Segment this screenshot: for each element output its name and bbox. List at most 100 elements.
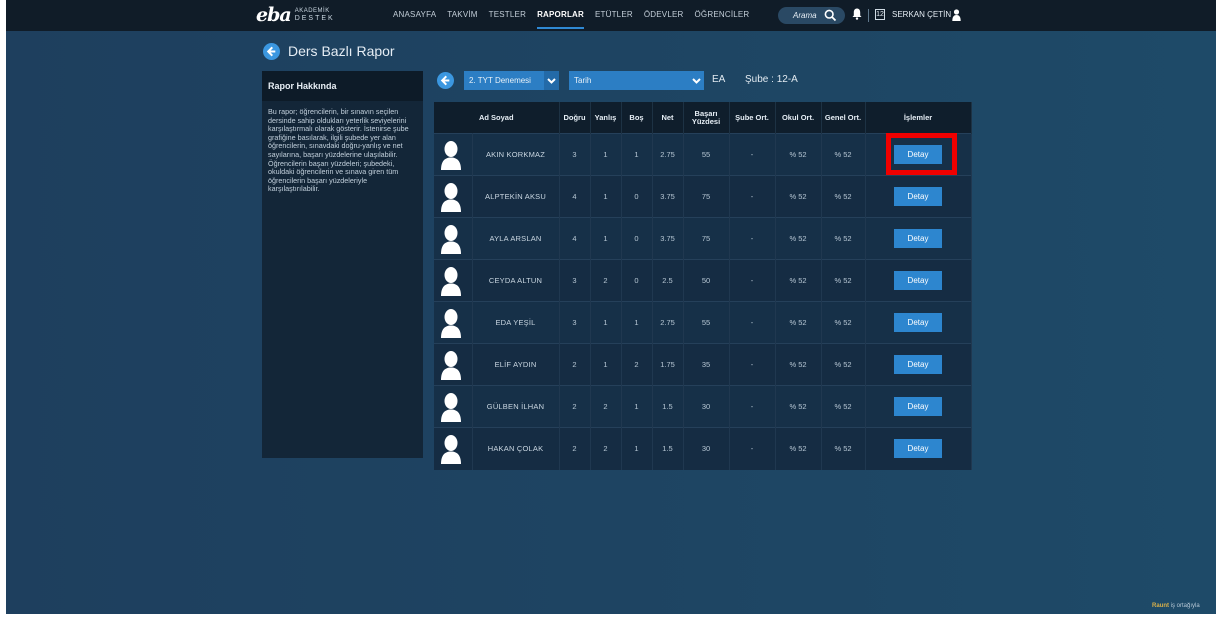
cell-bos: 1	[621, 301, 653, 344]
table-row: GÜLBEN İLHAN 2 2 1 1.5 30-% 52% 52 Detay	[434, 385, 972, 428]
detay-button[interactable]: Detay	[894, 145, 942, 164]
cell-basari: 50	[683, 259, 730, 302]
filter-back-icon[interactable]	[437, 72, 454, 89]
cell-sube: -	[729, 217, 776, 260]
student-name: GÜLBEN İLHAN	[472, 385, 560, 428]
header-okul-ort: Okul Ort.	[775, 102, 822, 134]
cell-genel: % 52	[821, 217, 866, 260]
cell-okul: % 52	[775, 343, 822, 386]
back-arrow-icon[interactable]	[263, 43, 280, 60]
detay-button[interactable]: Detay	[894, 355, 942, 374]
actions-cell: Detay	[865, 301, 972, 344]
field-label: EA	[712, 74, 726, 85]
exam-select-value: 2. TYT Denemesi	[469, 76, 531, 85]
cell-bos: 2	[621, 343, 653, 386]
cell-basari: 30	[683, 427, 730, 470]
header-yanlis: Yanlış	[590, 102, 622, 134]
cell-okul: % 52	[775, 385, 822, 428]
nav-anasayfa[interactable]: ANASAYFA	[393, 0, 436, 31]
user-name[interactable]: SERKAN ÇETİN	[892, 0, 951, 31]
cell-okul: % 52	[775, 133, 822, 176]
cell-basari: 55	[683, 301, 730, 344]
avatar-icon	[440, 434, 462, 464]
cell-bos: 1	[621, 385, 653, 428]
cell-sube: -	[729, 133, 776, 176]
header-bos: Boş	[621, 102, 653, 134]
cell-yanlis: 1	[590, 343, 622, 386]
nav-takvim[interactable]: TAKVİM	[447, 0, 477, 31]
avatar-icon	[440, 182, 462, 212]
avatar-icon	[440, 308, 462, 338]
table-row: AKIN KORKMAZ 3 1 1 2.75 55-% 52% 52 Detay	[434, 133, 972, 176]
panel-heading: Rapor Hakkında	[262, 71, 423, 101]
cell-net: 2.5	[652, 259, 684, 302]
cell-yanlis: 2	[590, 385, 622, 428]
student-name: AKIN KORKMAZ	[472, 133, 560, 176]
chevron-down-icon[interactable]	[689, 71, 704, 90]
detay-button[interactable]: Detay	[894, 313, 942, 332]
detay-button[interactable]: Detay	[894, 187, 942, 206]
search-icon[interactable]	[824, 9, 837, 22]
actions-cell: Detay	[865, 133, 972, 176]
nav-testler[interactable]: TESTLER	[489, 0, 526, 31]
cell-yanlis: 1	[590, 217, 622, 260]
cell-okul: % 52	[775, 217, 822, 260]
detay-button[interactable]: Detay	[894, 229, 942, 248]
cell-basari: 55	[683, 133, 730, 176]
cell-basari: 30	[683, 385, 730, 428]
cell-net: 3.75	[652, 217, 684, 260]
logo-subtitle-top: AKADEMİK	[294, 8, 330, 14]
actions-cell: Detay	[865, 427, 972, 470]
nav-odevler[interactable]: ÖDEVLER	[644, 0, 684, 31]
avatar-cell	[434, 175, 473, 218]
cell-dogru: 2	[559, 385, 591, 428]
cell-bos: 0	[621, 259, 653, 302]
cell-dogru: 3	[559, 259, 591, 302]
nav-raporlar[interactable]: RAPORLAR	[537, 0, 584, 31]
cell-sube: -	[729, 427, 776, 470]
avatar-cell	[434, 385, 473, 428]
actions-cell: Detay	[865, 259, 972, 302]
branch-label: Şube : 12-A	[745, 74, 798, 85]
exam-select[interactable]: 2. TYT Denemesi	[464, 71, 559, 90]
header-genel-ort: Genel Ort.	[821, 102, 866, 134]
cell-bos: 1	[621, 133, 653, 176]
search-box[interactable]: Arama	[778, 7, 845, 24]
cell-genel: % 52	[821, 301, 866, 344]
cell-sube: -	[729, 259, 776, 302]
cell-yanlis: 1	[590, 175, 622, 218]
user-icon[interactable]	[952, 9, 961, 21]
detay-button[interactable]: Detay	[894, 271, 942, 290]
cell-net: 1.5	[652, 427, 684, 470]
date-select[interactable]: Tarih	[569, 71, 704, 90]
cell-bos: 0	[621, 175, 653, 218]
avatar-icon	[440, 266, 462, 296]
nav-etutler[interactable]: ETÜTLER	[595, 0, 633, 31]
header-divider	[868, 9, 869, 22]
detay-button[interactable]: Detay	[894, 397, 942, 416]
cell-dogru: 4	[559, 175, 591, 218]
table-row: ELİF AYDIN 2 1 2 1.75 35-% 52% 52 Detay	[434, 343, 972, 386]
cell-okul: % 52	[775, 427, 822, 470]
avatar-cell	[434, 259, 473, 302]
cell-yanlis: 2	[590, 427, 622, 470]
cell-bos: 0	[621, 217, 653, 260]
cell-genel: % 52	[821, 427, 866, 470]
eba-logo[interactable]: eba AKADEMİK DESTEK	[256, 4, 335, 26]
header-net: Net	[652, 102, 684, 134]
cell-dogru: 4	[559, 217, 591, 260]
calendar-icon[interactable]: 12	[875, 9, 885, 20]
student-name: AYLA ARSLAN	[472, 217, 560, 260]
nav-ogrenciler[interactable]: ÖĞRENCİLER	[695, 0, 750, 31]
avatar-cell	[434, 343, 473, 386]
search-label: Arama	[793, 11, 817, 20]
table-body: AKIN KORKMAZ 3 1 1 2.75 55-% 52% 52 Detay ALPTE…	[434, 133, 972, 470]
avatar-icon	[440, 140, 462, 170]
chevron-down-icon[interactable]	[544, 71, 559, 90]
app-window: eba AKADEMİK DESTEK ANASAYFA TAKVİM TEST…	[6, 0, 1216, 614]
header-basari-yuzdesi: Başarı Yüzdesi	[683, 102, 730, 134]
avatar-cell	[434, 217, 473, 260]
results-table: Ad Soyad Doğru Yanlış Boş Net Başarı Yüz…	[434, 102, 972, 470]
bell-icon[interactable]	[852, 8, 862, 20]
detay-button[interactable]: Detay	[894, 439, 942, 459]
